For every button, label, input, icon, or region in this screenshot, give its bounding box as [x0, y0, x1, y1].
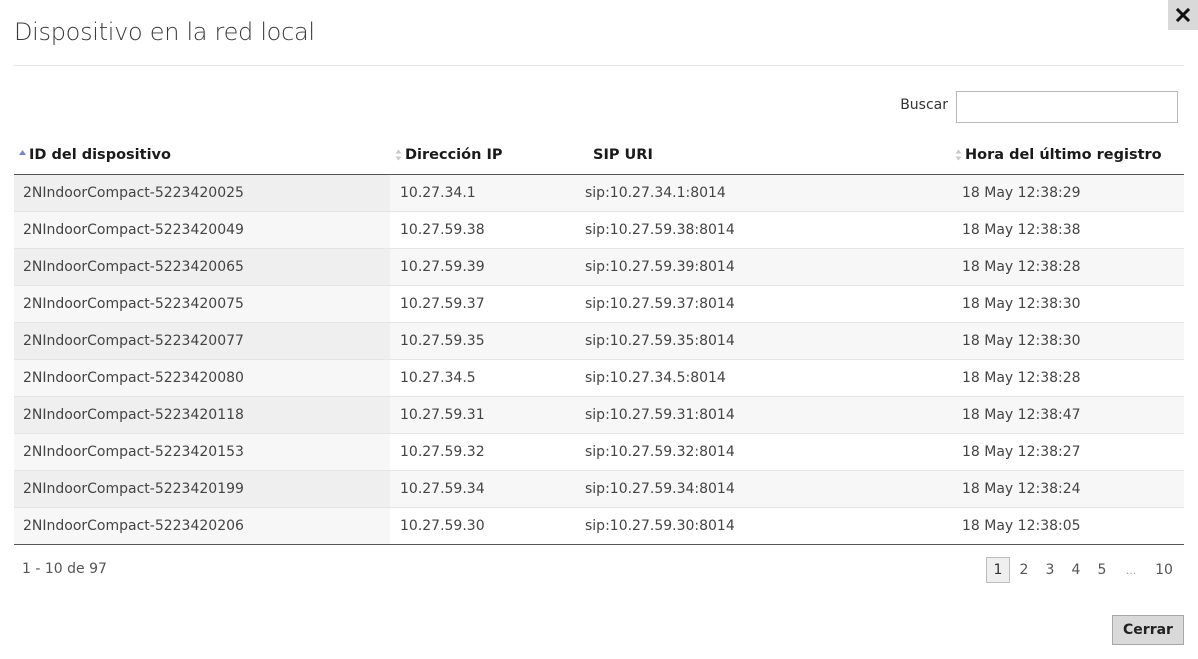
table-row[interactable]: 2NIndoorCompact-5223420077 10.27.59.35 s… — [14, 322, 1184, 360]
sort-icon — [395, 149, 402, 161]
cell-ip-address: 10.27.59.34 — [390, 470, 578, 508]
cell-last-registration: 18 May 12:38:24 — [952, 470, 1184, 508]
cell-last-registration: 18 May 12:38:30 — [952, 285, 1184, 323]
cell-ip-address: 10.27.59.30 — [390, 507, 578, 545]
cell-ip-address: 10.27.59.37 — [390, 285, 578, 323]
title-divider — [14, 65, 1184, 66]
cell-device-id: 2NIndoorCompact-5223420199 — [14, 470, 390, 508]
cell-device-id: 2NIndoorCompact-5223420025 — [14, 174, 390, 212]
cell-sip-uri: sip:10.27.59.34:8014 — [578, 470, 952, 508]
cell-sip-uri: sip:10.27.59.32:8014 — [578, 433, 952, 471]
cell-sip-uri: sip:10.27.59.39:8014 — [578, 248, 952, 286]
page-link-current[interactable]: 1 — [986, 557, 1010, 583]
column-header-sip-uri: SIP URI — [578, 136, 952, 175]
cell-device-id: 2NIndoorCompact-5223420077 — [14, 322, 390, 360]
cell-sip-uri: sip:10.27.59.30:8014 — [578, 507, 952, 545]
close-icon[interactable] — [1168, 0, 1198, 30]
pagination: 1 2 3 4 5 ... 10 — [986, 557, 1178, 583]
table-header-row: ID del dispositivo Dirección IP SIP URI — [14, 136, 1184, 175]
table-row[interactable]: 2NIndoorCompact-5223420075 10.27.59.37 s… — [14, 285, 1184, 323]
sort-icon — [955, 149, 962, 161]
cell-last-registration: 18 May 12:38:05 — [952, 507, 1184, 545]
cell-ip-address: 10.27.59.39 — [390, 248, 578, 286]
page-link-last[interactable]: 10 — [1152, 557, 1176, 583]
table-row[interactable]: 2NIndoorCompact-5223420153 10.27.59.32 s… — [14, 433, 1184, 471]
column-header-last-registration[interactable]: Hora del último registro — [952, 136, 1184, 175]
record-count: 1 - 10 de 97 — [22, 561, 107, 577]
cell-ip-address: 10.27.59.32 — [390, 433, 578, 471]
cell-device-id: 2NIndoorCompact-5223420153 — [14, 433, 390, 471]
cell-last-registration: 18 May 12:38:47 — [952, 396, 1184, 434]
page-link[interactable]: 4 — [1064, 557, 1088, 583]
cell-ip-address: 10.27.34.5 — [390, 359, 578, 397]
column-header-device-id[interactable]: ID del dispositivo — [14, 136, 390, 175]
page-link[interactable]: 3 — [1038, 557, 1062, 583]
cell-sip-uri: sip:10.27.59.31:8014 — [578, 396, 952, 434]
cell-ip-address: 10.27.59.38 — [390, 211, 578, 249]
close-button[interactable]: Cerrar — [1112, 615, 1184, 645]
page-link[interactable]: 2 — [1012, 557, 1036, 583]
cell-device-id: 2NIndoorCompact-5223420065 — [14, 248, 390, 286]
cell-sip-uri: sip:10.27.34.1:8014 — [578, 174, 952, 212]
cell-last-registration: 18 May 12:38:28 — [952, 359, 1184, 397]
page-ellipsis[interactable]: ... — [1116, 557, 1146, 583]
column-header-label: Hora del último registro — [965, 146, 1162, 163]
devices-table: ID del dispositivo Dirección IP SIP URI — [14, 136, 1184, 545]
sort-ascending-icon — [19, 149, 26, 155]
page-link[interactable]: 5 — [1090, 557, 1114, 583]
cell-last-registration: 18 May 12:38:27 — [952, 433, 1184, 471]
cell-ip-address: 10.27.59.31 — [390, 396, 578, 434]
cell-sip-uri: sip:10.27.59.38:8014 — [578, 211, 952, 249]
cell-ip-address: 10.27.59.35 — [390, 322, 578, 360]
search-input[interactable] — [956, 91, 1178, 123]
table-row[interactable]: 2NIndoorCompact-5223420025 10.27.34.1 si… — [14, 174, 1184, 212]
cell-sip-uri: sip:10.27.59.35:8014 — [578, 322, 952, 360]
cell-device-id: 2NIndoorCompact-5223420206 — [14, 507, 390, 545]
table-row[interactable]: 2NIndoorCompact-5223420080 10.27.34.5 si… — [14, 359, 1184, 397]
close-icon-glyph — [1176, 8, 1190, 22]
table-row[interactable]: 2NIndoorCompact-5223420049 10.27.59.38 s… — [14, 211, 1184, 249]
table-row[interactable]: 2NIndoorCompact-5223420118 10.27.59.31 s… — [14, 396, 1184, 434]
table-row[interactable]: 2NIndoorCompact-5223420206 10.27.59.30 s… — [14, 507, 1184, 545]
cell-device-id: 2NIndoorCompact-5223420049 — [14, 211, 390, 249]
cell-last-registration: 18 May 12:38:38 — [952, 211, 1184, 249]
column-header-label: Dirección IP — [405, 146, 503, 163]
cell-device-id: 2NIndoorCompact-5223420118 — [14, 396, 390, 434]
column-header-label: SIP URI — [593, 146, 653, 163]
cell-sip-uri: sip:10.27.59.37:8014 — [578, 285, 952, 323]
table-row[interactable]: 2NIndoorCompact-5223420065 10.27.59.39 s… — [14, 248, 1184, 286]
local-network-devices-dialog: Dispositivo en la red local Buscar ID de… — [0, 0, 1198, 659]
dialog-title: Dispositivo en la red local — [14, 18, 315, 46]
column-header-label: ID del dispositivo — [29, 146, 171, 163]
cell-device-id: 2NIndoorCompact-5223420075 — [14, 285, 390, 323]
table-row[interactable]: 2NIndoorCompact-5223420199 10.27.59.34 s… — [14, 470, 1184, 508]
cell-device-id: 2NIndoorCompact-5223420080 — [14, 359, 390, 397]
cell-last-registration: 18 May 12:38:29 — [952, 174, 1184, 212]
cell-last-registration: 18 May 12:38:30 — [952, 322, 1184, 360]
cell-sip-uri: sip:10.27.34.5:8014 — [578, 359, 952, 397]
cell-last-registration: 18 May 12:38:28 — [952, 248, 1184, 286]
column-header-ip-address[interactable]: Dirección IP — [390, 136, 578, 175]
cell-ip-address: 10.27.34.1 — [390, 174, 578, 212]
search-label: Buscar — [900, 97, 948, 113]
